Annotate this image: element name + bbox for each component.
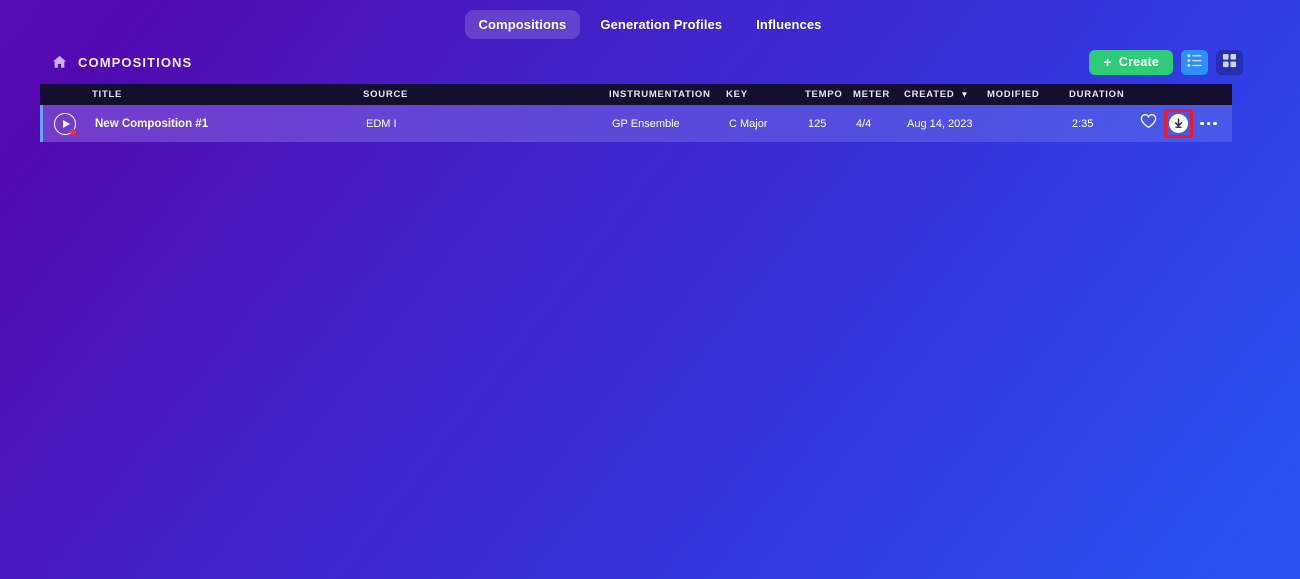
tab-compositions[interactable]: Compositions: [464, 9, 581, 39]
column-header-created-label: CREATED: [904, 89, 955, 100]
more-options-icon: [1200, 121, 1217, 126]
tab-generation-profiles[interactable]: Generation Profiles: [586, 10, 736, 39]
column-header-instrumentation[interactable]: INSTRUMENTATION: [609, 89, 711, 100]
table-header-row: TITLE SOURCE INSTRUMENTATION KEY TEMPO M…: [40, 84, 1232, 105]
play-icon: [54, 112, 76, 135]
home-icon[interactable]: [52, 55, 67, 69]
cell-duration: 2:35: [1072, 117, 1094, 130]
plus-icon: +: [1103, 53, 1112, 70]
favorite-button[interactable]: [1140, 113, 1157, 134]
cell-key: C Major: [729, 117, 768, 130]
column-header-modified[interactable]: MODIFIED: [987, 89, 1039, 100]
column-header-title[interactable]: TITLE: [92, 89, 122, 100]
cell-instrumentation: GP Ensemble: [612, 117, 680, 130]
download-icon: [1169, 114, 1188, 133]
grid-view-button[interactable]: [1216, 49, 1243, 75]
top-navigation: Compositions Generation Profiles Influen…: [0, 0, 1300, 44]
grid-view-icon: [1222, 53, 1237, 71]
cell-tempo: 125: [808, 117, 827, 130]
tab-influences[interactable]: Influences: [742, 10, 835, 39]
table-row[interactable]: New Composition #1 EDM I GP Ensemble C M…: [40, 105, 1232, 142]
column-header-key[interactable]: KEY: [726, 89, 748, 100]
breadcrumb[interactable]: COMPOSITIONS: [52, 55, 192, 70]
column-header-source[interactable]: SOURCE: [363, 89, 408, 100]
compositions-table: TITLE SOURCE INSTRUMENTATION KEY TEMPO M…: [40, 84, 1232, 142]
header-actions: + Create: [1089, 49, 1243, 75]
download-button[interactable]: [1169, 114, 1188, 133]
cell-source: EDM I: [366, 117, 397, 130]
page-title: COMPOSITIONS: [78, 54, 193, 70]
cell-title: New Composition #1: [95, 117, 209, 130]
column-header-duration[interactable]: DURATION: [1069, 89, 1124, 100]
recording-dot-icon: [70, 128, 76, 135]
play-button[interactable]: [54, 112, 76, 135]
create-button[interactable]: + Create: [1089, 49, 1173, 75]
list-view-button[interactable]: [1181, 49, 1208, 75]
column-header-tempo[interactable]: TEMPO: [805, 89, 843, 100]
list-view-icon: [1187, 53, 1202, 71]
column-header-meter[interactable]: METER: [853, 89, 890, 100]
create-button-label: Create: [1118, 55, 1159, 69]
column-header-created[interactable]: CREATED ▼: [904, 89, 969, 100]
cell-meter: 4/4: [856, 117, 872, 130]
page-header: COMPOSITIONS + Create: [0, 47, 1300, 77]
heart-icon: [1140, 113, 1157, 134]
cell-created: Aug 14, 2023: [907, 117, 973, 130]
sort-descending-icon: ▼: [960, 89, 970, 99]
more-options-button[interactable]: [1200, 121, 1217, 126]
